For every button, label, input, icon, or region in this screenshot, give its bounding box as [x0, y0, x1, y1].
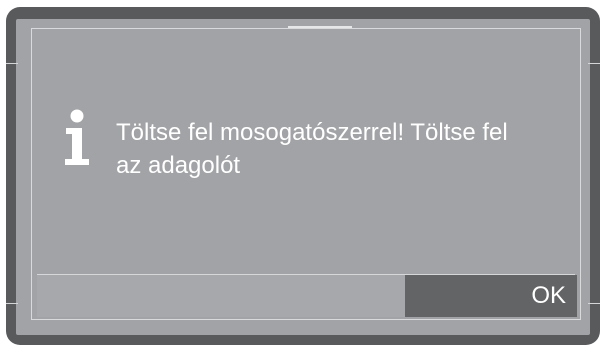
display-screen: Töltse fel mosogatószerrel! Töltse fel a…: [6, 19, 600, 335]
info-icon: [65, 109, 89, 165]
left-edge-mark: [6, 63, 18, 64]
device-frame: Töltse fel mosogatószerrel! Töltse fel a…: [6, 7, 600, 345]
message-line-1: Töltse fel mosogatószerrel! Töltse fel: [116, 119, 508, 146]
button-bar-empty: [37, 275, 405, 317]
right-edge-mark: [588, 63, 600, 64]
message-line-2: az adagolót: [116, 152, 241, 179]
left-edge-mark-bottom: [6, 303, 18, 304]
message-dialog: Töltse fel mosogatószerrel! Töltse fel a…: [31, 28, 581, 320]
right-edge-mark-bottom: [588, 303, 600, 304]
dialog-message: Töltse fel mosogatószerrel! Töltse fel a…: [116, 116, 576, 182]
ok-button[interactable]: OK: [405, 275, 577, 317]
